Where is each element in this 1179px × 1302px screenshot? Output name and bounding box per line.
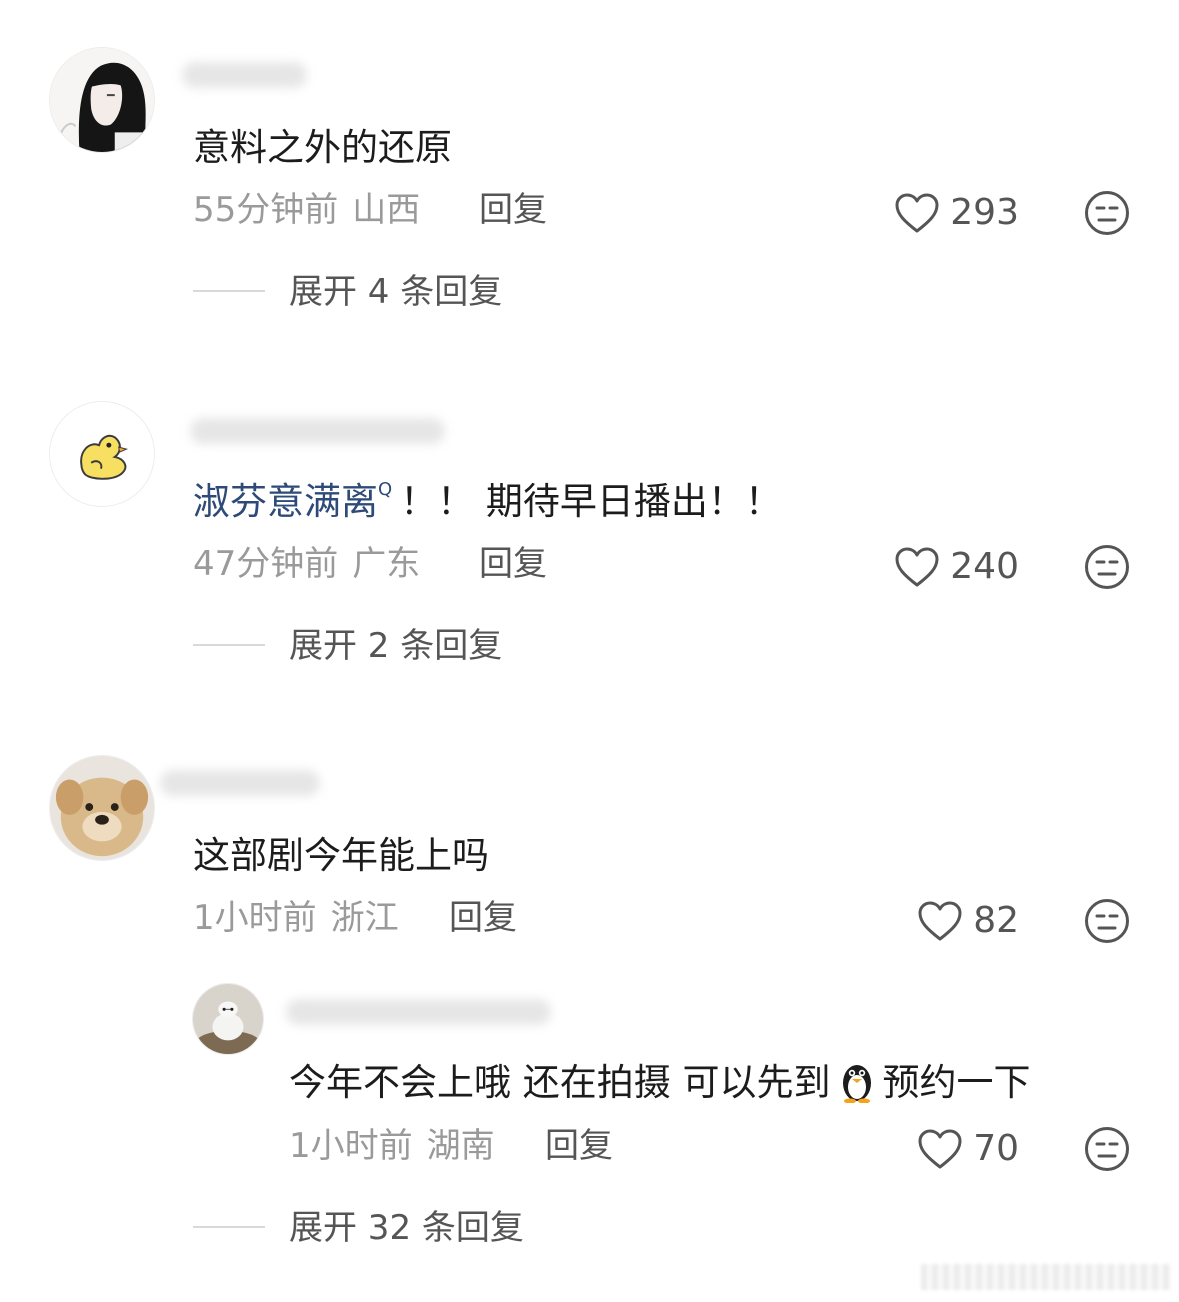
heart-outline-icon	[918, 901, 962, 941]
comment-meta: 47分钟前 广东	[193, 544, 420, 584]
reply-meta: 1小时前 湖南	[289, 1126, 495, 1166]
penguin-emoji-icon	[842, 1065, 871, 1104]
comment-body: ！！ 期待早日播出！！	[400, 480, 782, 523]
avatar-puppy-image	[50, 756, 154, 860]
search-icon: Q	[378, 479, 393, 500]
username-blurred[interactable]	[160, 770, 320, 796]
comment-location: 浙江	[330, 898, 399, 938]
like-count: 240	[950, 546, 1019, 587]
avatar-chick[interactable]	[49, 401, 155, 507]
comment-location: 广东	[352, 544, 421, 584]
reply-body-start: 今年不会上哦 还在拍摄 可以先到	[289, 1061, 831, 1104]
reply-text: 今年不会上哦 还在拍摄 可以先到 预约一下	[289, 1059, 1031, 1107]
neutral-face-icon[interactable]	[1084, 190, 1130, 236]
mention-link[interactable]: 淑芬意满离	[193, 480, 378, 523]
comment-time: 1小时前	[193, 898, 317, 938]
comment-time: 55分钟前	[193, 190, 339, 230]
expand-divider	[193, 1226, 265, 1228]
neutral-face-icon[interactable]	[1084, 1126, 1130, 1172]
expand-replies-button[interactable]: 展开 32 条回复	[289, 1208, 524, 1248]
comment-location: 山西	[352, 190, 421, 230]
heart-outline-icon	[895, 193, 939, 233]
avatar-baymax-image	[193, 984, 263, 1054]
comment-meta: 55分钟前 山西	[193, 190, 420, 230]
like-button[interactable]: 70	[917, 1127, 1019, 1171]
expand-divider	[193, 644, 265, 646]
username-blurred[interactable]	[190, 418, 445, 444]
reply-button[interactable]: 回复	[479, 544, 547, 584]
reply-button[interactable]: 回复	[479, 190, 547, 230]
watermark	[921, 1264, 1171, 1290]
neutral-face-icon[interactable]	[1084, 544, 1130, 590]
like-button[interactable]: 293	[894, 191, 1019, 235]
username-blurred[interactable]	[182, 62, 307, 88]
avatar-puppy[interactable]	[49, 755, 155, 861]
like-button[interactable]: 240	[894, 545, 1019, 589]
reply-time: 1小时前	[289, 1126, 413, 1166]
comment-text: 这部剧今年能上吗	[193, 834, 489, 877]
avatar-anime-girl-image	[50, 48, 154, 152]
reply-button[interactable]: 回复	[449, 898, 517, 938]
like-button[interactable]: 82	[917, 899, 1019, 943]
username-blurred[interactable]	[286, 999, 551, 1025]
neutral-face-icon[interactable]	[1084, 898, 1130, 944]
reply-button[interactable]: 回复	[545, 1126, 613, 1166]
comment-time: 47分钟前	[193, 544, 339, 584]
expand-replies-button[interactable]: 展开 2 条回复	[289, 626, 502, 666]
expand-replies-button[interactable]: 展开 4 条回复	[289, 272, 502, 312]
heart-outline-icon	[918, 1129, 962, 1169]
avatar-baymax[interactable]	[192, 983, 264, 1055]
comment-text: 淑芬意满离Q ！！ 期待早日播出！！	[193, 478, 782, 526]
heart-outline-icon	[895, 547, 939, 587]
avatar-chick-image	[50, 402, 154, 506]
expand-divider	[193, 290, 265, 292]
reply-location: 湖南	[426, 1126, 495, 1166]
avatar-anime-girl[interactable]	[49, 47, 155, 153]
like-count: 70	[973, 1128, 1019, 1169]
like-count: 293	[950, 192, 1019, 233]
reply-body-end: 预约一下	[882, 1061, 1031, 1104]
comment-meta: 1小时前 浙江	[193, 898, 399, 938]
comment-text: 意料之外的还原	[193, 126, 452, 169]
like-count: 82	[973, 900, 1019, 941]
